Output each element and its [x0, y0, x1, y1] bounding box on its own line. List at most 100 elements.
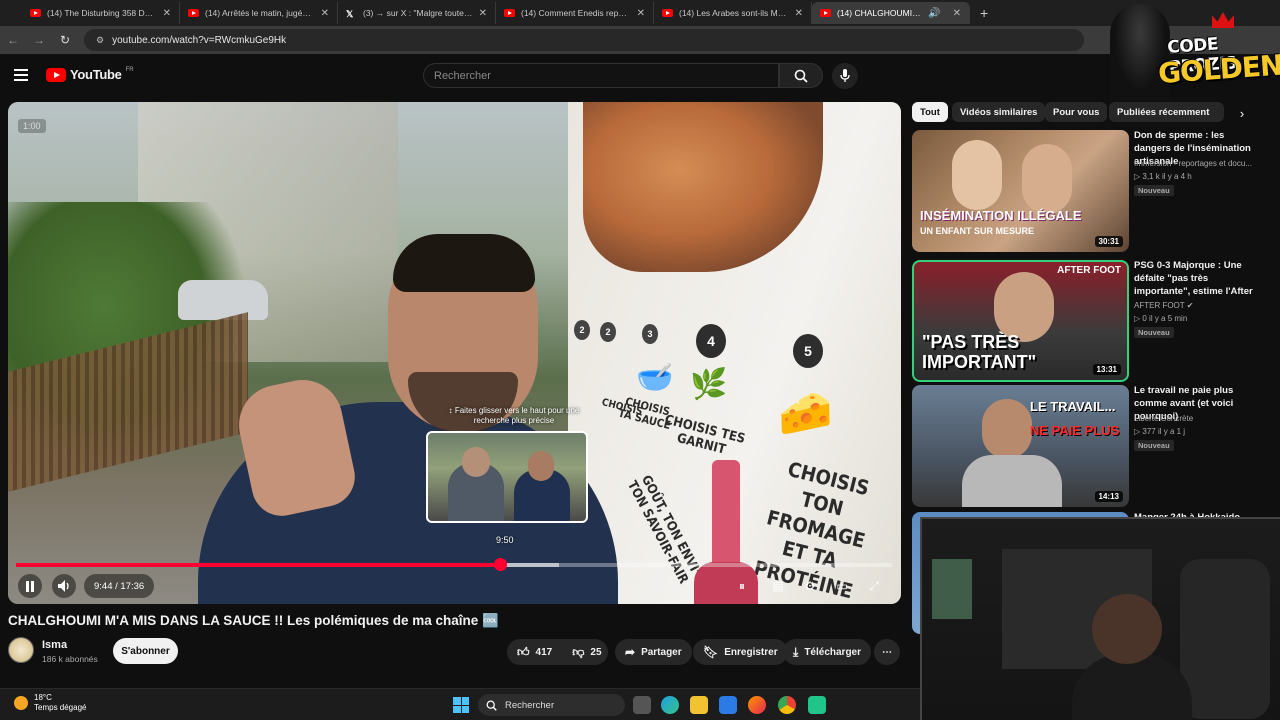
browser-tab[interactable]: (14) The Disturbing 358 Days D ✕ [22, 2, 180, 24]
file-explorer-icon[interactable] [690, 696, 708, 714]
poster-step-number: 4 [696, 324, 726, 358]
browser-tab[interactable]: 𝕏 (3) → sur X : "Malgre toutes les c ✕ [338, 2, 496, 24]
channel-avatar[interactable] [8, 637, 34, 663]
settings-gear-icon[interactable]: ⚙ [800, 576, 820, 596]
tab-title: (14) Comment Enedis repère le [521, 8, 631, 18]
forward-arrow-icon[interactable]: → [26, 33, 52, 47]
back-arrow-icon[interactable]: ← [0, 33, 26, 47]
like-count[interactable]: 417 [536, 647, 553, 658]
new-tab-icon[interactable]: + [980, 5, 988, 21]
progress-buffer [500, 563, 560, 567]
subscribe-button[interactable]: S'abonner [113, 638, 178, 664]
progress-played [16, 563, 501, 567]
video-player[interactable]: 2 2 3 4 5 🥣 🌿 🧀 CHOISIS CHOISIS TA SAUCE… [8, 102, 901, 604]
browser-tab[interactable]: (14) Les Arabes sont-ils MAL V ✕ [654, 2, 812, 24]
share-button[interactable]: ➦ Partager [615, 639, 692, 665]
recommendation-item[interactable]: AFTER FOOT "PAS TRÈS IMPORTANT" 13:31 PS… [912, 260, 1272, 382]
close-icon[interactable]: ✕ [479, 8, 487, 19]
firefox-icon[interactable] [748, 696, 766, 714]
progress-bar[interactable] [16, 558, 892, 571]
thumbnail-caption: "PAS TRÈS [922, 332, 1020, 352]
thumbs-down-icon[interactable]: 👎︎ [572, 645, 584, 660]
browser-tab[interactable]: (14) Arrêtés le matin, jugés le s ✕ [180, 2, 338, 24]
theater-mode-icon[interactable]: ▭ [832, 576, 852, 596]
close-icon[interactable]: ✕ [795, 8, 803, 19]
recommendation-channel[interactable]: Immersion • reportages et docu... [1134, 159, 1270, 168]
video-frame-car [178, 280, 268, 320]
app-icon[interactable] [808, 696, 826, 714]
channel-name[interactable]: Isma [42, 639, 67, 651]
close-icon[interactable]: ✕ [637, 8, 645, 19]
chevron-right-icon[interactable]: › [1232, 103, 1252, 123]
tab-title: (3) → sur X : "Malgre toutes les c [363, 8, 473, 18]
youtube-logo[interactable]: YouTube FR [46, 67, 134, 82]
search-icon [486, 700, 497, 711]
microsoft-store-icon[interactable] [719, 696, 737, 714]
close-icon[interactable]: ✕ [953, 8, 961, 19]
chip-recent[interactable]: Publiées récemment [1109, 102, 1224, 122]
chip-related[interactable]: Vidéos similaires [952, 102, 1046, 122]
save-button[interactable]: 🔖︎ Enregistrer [693, 639, 788, 665]
task-view-icon[interactable] [633, 696, 651, 714]
tab-title: (14) CHALGHOUMI M'A MI [837, 8, 922, 18]
video-thumbnail[interactable]: LE TRAVAIL... NE PAIE PLUS 14:13 [912, 385, 1129, 507]
video-duration: 14:13 [1094, 491, 1123, 502]
search-input[interactable] [423, 63, 779, 88]
subtitles-icon[interactable]: ▤ [768, 576, 788, 596]
miniplayer-toggle-icon[interactable]: ⏸ [732, 576, 752, 596]
new-badge: Nouveau [1134, 440, 1174, 451]
site-info-icon[interactable]: ⚙ [96, 35, 104, 46]
fullscreen-icon[interactable]: ⤢ [864, 576, 884, 596]
browser-tab-active[interactable]: (14) CHALGHOUMI M'A MI 🔊 ✕ [812, 2, 970, 24]
recommendation-item[interactable]: INSÉMINATION ILLÉGALE UN ENFANT SUR MESU… [912, 130, 1272, 252]
thumbnail-caption: INSÉMINATION ILLÉGALE [920, 208, 1082, 223]
sauce-bowl-icon: 🥣 [636, 361, 674, 394]
streamer-webcam-overlay [920, 517, 1280, 720]
tab-title: (14) The Disturbing 358 Days D [47, 8, 157, 18]
thumbnail-caption: UN ENFANT SUR MESURE [920, 226, 1035, 236]
close-icon[interactable]: ✕ [321, 8, 329, 19]
browser-tab[interactable]: (14) Comment Enedis repère le ✕ [496, 2, 654, 24]
thumbs-up-icon[interactable]: 👍︎ [517, 645, 530, 660]
recommendation-meta: ▷ 3,1 k il y a 4 h [1134, 172, 1192, 181]
download-button[interactable]: ⤓ Télécharger [783, 639, 872, 665]
windows-start-icon[interactable] [453, 697, 469, 713]
taskbar-search[interactable]: Rechercher [478, 694, 625, 716]
x-favicon-icon: 𝕏 [346, 9, 354, 19]
recommendation-meta: ▷ 0 il y a 5 min [1134, 314, 1188, 323]
share-arrow-icon: ➦ [625, 645, 636, 659]
browser-toolbar: ← → ↻ ⚙ youtube.com/watch?v=RWcmkuGe9Hk … [0, 26, 1280, 54]
voice-search-button[interactable] [832, 63, 858, 89]
weather-widget[interactable]: 18°C Temps dégagé [14, 693, 86, 714]
tab-title: (14) Les Arabes sont-ils MAL V [679, 8, 789, 18]
video-duration: 30:31 [1094, 236, 1123, 247]
chrome-icon[interactable] [778, 696, 796, 714]
sun-icon [14, 696, 28, 711]
poster-step-number: 3 [642, 324, 658, 344]
edge-browser-icon[interactable] [661, 696, 679, 714]
recommendation-channel[interactable]: Liberté Concrète [1134, 414, 1270, 423]
pause-button[interactable] [18, 574, 42, 598]
recommendation-title[interactable]: PSG 0-3 Majorque : Une défaite "pas très… [1134, 260, 1262, 298]
chip-for-you[interactable]: Pour vous [1045, 102, 1108, 122]
close-icon[interactable]: ✕ [163, 8, 171, 19]
more-actions-button[interactable]: ⋯ [874, 639, 900, 665]
recommendation-channel[interactable]: AFTER FOOT ✔ [1134, 301, 1270, 310]
volume-button[interactable] [52, 574, 76, 598]
download-label: Télécharger [804, 646, 862, 658]
poster-step-number: 5 [793, 334, 823, 368]
video-thumbnail[interactable]: AFTER FOOT "PAS TRÈS IMPORTANT" 13:31 [912, 260, 1129, 382]
dislike-count[interactable]: 25 [590, 647, 601, 658]
hamburger-menu-icon[interactable] [14, 69, 28, 81]
speaker-icon[interactable]: 🔊 [928, 8, 940, 19]
address-bar[interactable]: ⚙ youtube.com/watch?v=RWcmkuGe9Hk [84, 29, 1084, 51]
chip-all[interactable]: Tout [912, 102, 948, 122]
video-thumbnail[interactable]: INSÉMINATION ILLÉGALE UN ENFANT SUR MESU… [912, 130, 1129, 252]
search-button[interactable] [779, 63, 823, 88]
new-badge: Nouveau [1134, 185, 1174, 196]
volume-icon [57, 580, 69, 592]
seek-preview-thumbnail [426, 431, 588, 523]
recommendation-item[interactable]: LE TRAVAIL... NE PAIE PLUS 14:13 Le trav… [912, 385, 1272, 507]
logo-wordmark: YouTube [70, 67, 122, 82]
reload-icon[interactable]: ↻ [52, 33, 78, 47]
